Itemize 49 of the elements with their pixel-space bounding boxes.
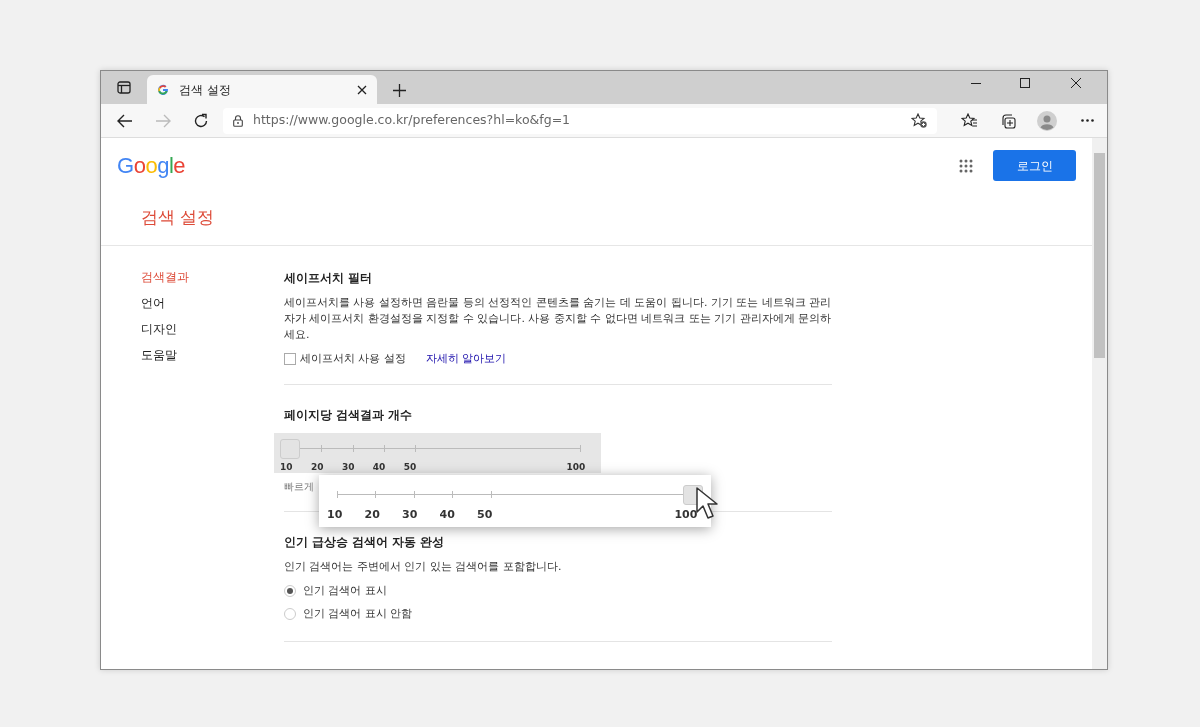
scrollbar[interactable] — [1092, 138, 1107, 669]
radio-label: 인기 검색어 표시 안함 — [303, 605, 413, 622]
page-title: 검색 설정 — [141, 207, 215, 227]
section-title: 인기 급상승 검색어 자동 완성 — [284, 533, 445, 551]
section-description: 인기 검색어는 주변에서 인기 있는 검색어를 포함합니다. — [284, 558, 563, 575]
tick-label: 40 — [439, 507, 455, 524]
sidebar-item[interactable]: 검색결과 — [141, 267, 189, 286]
slider-thumb[interactable] — [280, 438, 300, 459]
google-logo[interactable]: Google — [117, 149, 185, 182]
lock-icon — [233, 114, 243, 127]
tick-label: 100 — [566, 460, 586, 474]
section-title: 페이지당 검색결과 개수 — [284, 407, 413, 425]
tick-label: 100 — [674, 507, 698, 524]
url-text: https://www.google.co.kr/preferences?hl=ko&fg=1 — [253, 111, 572, 130]
more-icon[interactable] — [1081, 119, 1094, 122]
sidebar-item[interactable]: 언어 — [141, 293, 165, 312]
tick-label: 50 — [477, 507, 493, 524]
google-g-icon — [157, 83, 169, 96]
tick-label: 40 — [372, 460, 386, 474]
new-tab-icon[interactable] — [393, 83, 406, 97]
section-description: 세이프서치를 사용 설정하면 음란물 등의 선정적인 콘텐츠를 숨기는 데 도움이 됩니다. 기기 또는 네트워크 관리자가 세이프서치 환경설정을 지정할 수 있습니다. 사용 중지할 수 없다면 네트워크 또는 기기 관리자에게 문의하세요. — [284, 294, 832, 343]
back-arrow-icon[interactable] — [117, 112, 133, 129]
avatar-icon[interactable] — [1037, 110, 1057, 131]
add-favorite-icon[interactable] — [911, 113, 927, 128]
collections-icon[interactable] — [1000, 112, 1016, 129]
apps-grid-icon[interactable] — [959, 158, 973, 173]
sidebar-item[interactable]: 디자인 — [141, 319, 177, 338]
tick-label: 50 — [403, 460, 417, 474]
sidebar-item[interactable]: 도움말 — [141, 345, 177, 364]
section-title: 세이프서치 필터 — [284, 269, 373, 287]
browser-tab[interactable]: 검색 설정 — [147, 75, 377, 104]
radio-label: 인기 검색어 표시 — [303, 582, 387, 599]
checkbox[interactable] — [284, 353, 296, 365]
tab-title: 검색 설정 — [179, 81, 232, 99]
tick-label: 30 — [341, 460, 355, 474]
login-button[interactable]: 로그인 — [993, 150, 1076, 181]
close-icon[interactable] — [357, 84, 367, 95]
favorites-icon[interactable] — [961, 113, 978, 128]
reload-icon[interactable] — [193, 112, 209, 129]
tick-label: 10 — [327, 507, 343, 524]
tick-label: 20 — [310, 460, 324, 474]
address-bar[interactable]: https://www.google.co.kr/preferences?hl=ko&fg=1 — [223, 107, 937, 134]
tab-actions-icon[interactable] — [117, 80, 131, 94]
learn-more-link[interactable]: 자세히 알아보기 — [426, 350, 507, 368]
tick-label: 20 — [364, 507, 380, 524]
tick-label: 30 — [402, 507, 418, 524]
speed-hint: 빠르게 — [284, 479, 314, 494]
tick-label: 10 — [280, 460, 293, 474]
checkbox-label: 세이프서치 사용 설정 — [300, 351, 406, 367]
